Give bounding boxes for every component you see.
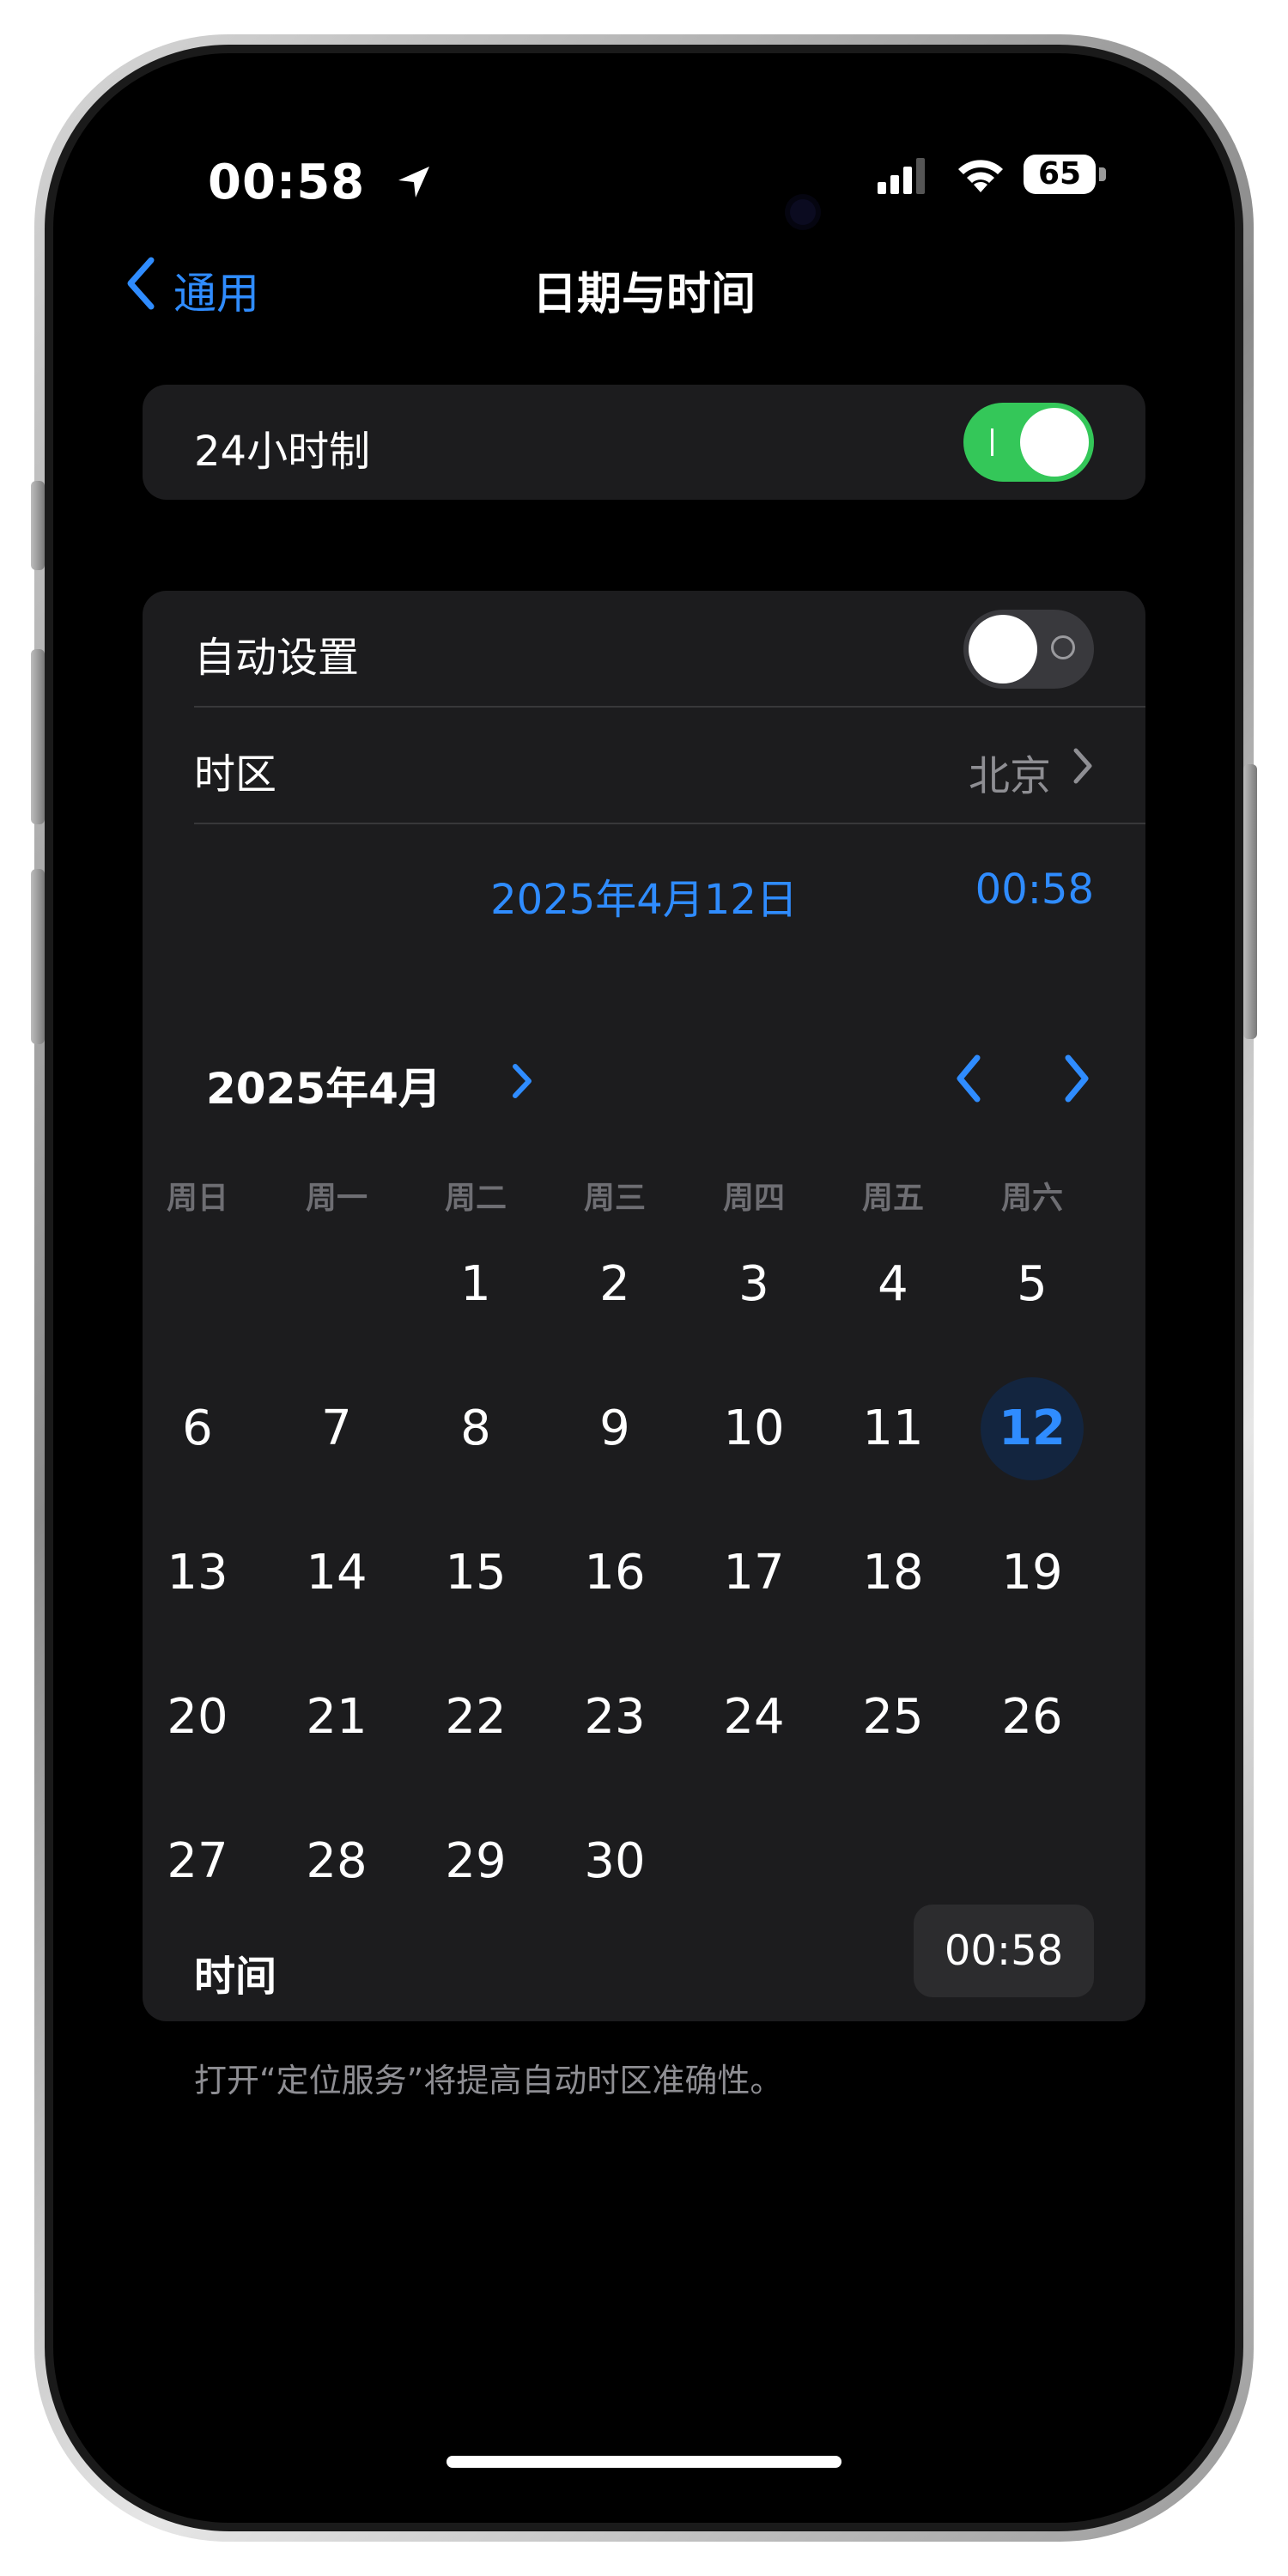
calendar-day[interactable]: 26: [981, 1666, 1084, 1769]
calendar-day[interactable]: 27: [146, 1810, 249, 1913]
time-picker-button[interactable]: 00:58: [914, 1905, 1094, 1997]
calendar-day[interactable]: 4: [841, 1233, 945, 1336]
front-camera: [790, 199, 816, 225]
weekday-label: 周五: [861, 1181, 924, 1216]
calendar-day[interactable]: 20: [146, 1666, 249, 1769]
volume-down-button: [31, 869, 45, 1044]
wifi-icon: [958, 160, 1003, 192]
next-month-icon[interactable]: [1058, 1051, 1096, 1106]
calendar-day[interactable]: 23: [563, 1666, 666, 1769]
calendar-day[interactable]: 8: [424, 1377, 527, 1480]
location-arrow-icon: [398, 167, 429, 197]
calendar-day[interactable]: 29: [424, 1810, 527, 1913]
calendar-day[interactable]: 11: [841, 1377, 945, 1480]
battery-indicator: 65: [1024, 155, 1106, 194]
month-year-button[interactable]: 2025年4月: [206, 1054, 441, 1116]
previous-month-icon[interactable]: [950, 1051, 987, 1106]
calendar-day[interactable]: 3: [702, 1233, 805, 1336]
toggle-knob: [969, 615, 1037, 683]
calendar-day[interactable]: 18: [841, 1522, 945, 1625]
battery-level: 65: [1024, 155, 1096, 194]
action-button: [31, 481, 45, 570]
hour24-card: 24小时制: [143, 385, 1145, 500]
calendar-day[interactable]: 22: [424, 1666, 527, 1769]
divider: [194, 823, 1145, 824]
calendar-day[interactable]: 19: [981, 1522, 1084, 1625]
calendar-day[interactable]: 25: [841, 1666, 945, 1769]
calendar-day[interactable]: 17: [702, 1522, 805, 1625]
power-button: [1243, 764, 1257, 1039]
calendar-day[interactable]: 14: [285, 1522, 388, 1625]
divider: [194, 706, 1145, 708]
calendar-day[interactable]: 2: [563, 1233, 666, 1336]
calendar-day[interactable]: 21: [285, 1666, 388, 1769]
footer-note: 打开“定位服务”将提高自动时区准确性。: [194, 2062, 783, 2099]
calendar-day[interactable]: 16: [563, 1522, 666, 1625]
calendar-day[interactable]: 7: [285, 1377, 388, 1480]
cellular-signal-icon: [878, 158, 925, 194]
timezone-label[interactable]: 时区: [194, 740, 276, 800]
selected-time[interactable]: 00:58: [975, 866, 1094, 914]
status-time: 00:58: [208, 155, 366, 210]
screen: 00:58 65 通用 日期与时间 24小时制 自动设置 时区 北京 2025年…: [53, 53, 1235, 2523]
weekday-label: 周二: [444, 1181, 507, 1216]
calendar-day[interactable]: 6: [146, 1377, 249, 1480]
calendar-day[interactable]: 30: [563, 1810, 666, 1913]
chevron-right-icon: [1073, 748, 1092, 784]
hour24-label: 24小时制: [194, 428, 371, 476]
calendar-day[interactable]: 15: [424, 1522, 527, 1625]
calendar-day[interactable]: 5: [981, 1233, 1084, 1336]
weekday-label: 周四: [722, 1181, 785, 1216]
weekday-label: 周三: [583, 1181, 646, 1216]
calendar-day[interactable]: 13: [146, 1522, 249, 1625]
toggle-knob: [1020, 408, 1089, 477]
toggle-off-mark: [1051, 635, 1075, 659]
calendar-day[interactable]: 24: [702, 1666, 805, 1769]
hour24-toggle[interactable]: [963, 403, 1094, 482]
timezone-value[interactable]: 北京: [969, 742, 1051, 802]
volume-up-button: [31, 649, 45, 824]
time-label: 时间: [194, 1953, 277, 2001]
battery-cap: [1099, 167, 1106, 181]
calendar-day[interactable]: 28: [285, 1810, 388, 1913]
weekday-label: 周一: [305, 1181, 368, 1216]
calendar-day[interactable]: 9: [563, 1377, 666, 1480]
calendar-day-selected[interactable]: 12: [981, 1377, 1084, 1480]
datetime-card: 自动设置 时区 北京 2025年4月12日 00:58 2025年4月 周日 周一…: [143, 591, 1145, 2021]
page-title: 日期与时间: [532, 269, 756, 320]
weekday-label: 周六: [1000, 1181, 1063, 1216]
weekday-label: 周日: [166, 1181, 228, 1216]
auto-set-toggle[interactable]: [963, 610, 1094, 689]
home-indicator[interactable]: [447, 2456, 841, 2468]
calendar-day[interactable]: 10: [702, 1377, 805, 1480]
auto-set-label: 自动设置: [194, 634, 360, 682]
chevron-right-icon[interactable]: [510, 1060, 534, 1103]
toggle-on-mark: [991, 428, 993, 456]
calendar-day[interactable]: 1: [424, 1233, 527, 1336]
